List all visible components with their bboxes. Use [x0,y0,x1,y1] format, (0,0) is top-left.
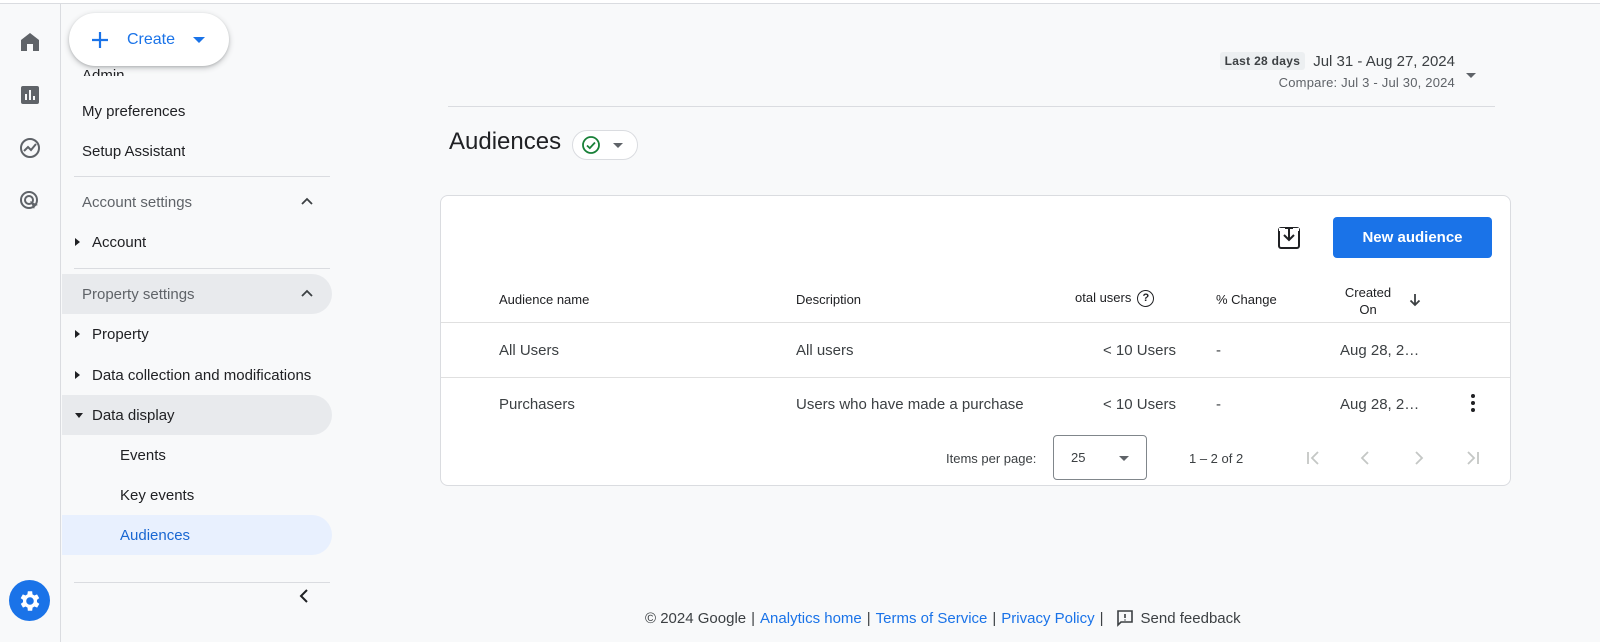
last-page-icon[interactable] [1463,448,1483,468]
sidebar-divider [74,582,330,583]
column-header-total-users[interactable]: otal users? [1075,290,1155,308]
section-label: Property settings [82,285,195,303]
chevron-down-icon [193,36,206,43]
reports-icon[interactable] [16,81,44,109]
feedback-icon[interactable] [1115,608,1135,628]
items-per-page-select[interactable]: 25 [1053,435,1147,480]
date-preset-chip: Last 28 days [1219,52,1306,70]
sidebar-item-property[interactable]: Property [62,314,332,354]
sidebar-item-label: Events [120,446,166,464]
privacy-policy-link[interactable]: Privacy Policy [1001,610,1094,627]
sidebar-item-label: Setup Assistant [82,142,186,160]
date-range-picker[interactable]: Last 28 days Jul 31 - Aug 27, 2024 Compa… [1219,52,1455,90]
left-nav-rail [0,4,61,642]
row-divider [441,377,1510,378]
sidebar-item-label: Key events [120,486,195,504]
cell-change: - [1216,342,1221,359]
section-account-settings[interactable]: Account settings [62,182,332,222]
analytics-home-link[interactable]: Analytics home [760,610,862,627]
sidebar-item-audiences[interactable]: Audiences [62,515,332,555]
download-icon[interactable] [1275,224,1303,252]
column-header-label: otal users [1075,290,1132,305]
sidebar-item-label: Audiences [120,526,191,544]
expand-arrow-icon [75,330,80,338]
sidebar-item-label: Account [92,233,147,251]
cell-created-on: Aug 28, 2… [1340,396,1420,413]
cell-total-users: < 10 Users [1103,342,1176,359]
first-page-icon[interactable] [1303,448,1323,468]
sidebar-divider [74,268,330,269]
date-dropdown-caret-icon[interactable] [1466,73,1476,78]
column-header-description[interactable]: Description [796,292,861,307]
previous-page-icon[interactable] [1355,448,1375,468]
sidebar-item-account[interactable]: Account [62,222,332,262]
sidebar-item-data-display[interactable]: Data display [62,395,332,435]
admin-gear-icon[interactable] [9,580,50,621]
chevron-down-icon [613,142,623,148]
header-divider [448,106,1495,107]
page-title: Audiences [449,128,562,155]
items-per-page-value: 25 [1071,450,1086,465]
sidebar-item-events[interactable]: Events [62,435,332,475]
send-feedback-link[interactable]: Send feedback [1141,610,1241,627]
cell-audience-name[interactable]: All Users [499,342,559,359]
sidebar-item-key-events[interactable]: Key events [62,475,332,515]
cell-description: All users [796,342,854,359]
cell-description: Users who have made a purchase [796,396,1024,413]
cell-total-users: < 10 Users [1103,396,1176,413]
sidebar-item-data-collection[interactable]: Data collection and modifications [62,355,332,395]
sidebar-item-my-preferences[interactable]: My preferences [62,91,332,131]
sidebar-divider [74,176,330,177]
sidebar-item-label: Data display [92,406,175,424]
advertising-icon[interactable] [16,187,44,215]
sort-descending-arrow-icon[interactable] [1407,292,1423,308]
expand-arrow-icon [75,371,80,379]
create-button[interactable]: Create [69,13,229,66]
more-options-icon[interactable] [1463,392,1483,414]
column-header-audience-name[interactable]: Audience name [499,292,589,307]
column-header-change[interactable]: % Change [1216,292,1277,307]
audiences-table-card: New audience Audience name Description o… [440,195,1511,486]
create-label: Create [127,30,176,48]
collapse-arrow-icon [75,412,83,418]
items-per-page-label: Items per page: [946,451,1037,466]
terms-of-service-link[interactable]: Terms of Service [876,610,988,627]
status-dropdown[interactable] [572,130,638,160]
cell-change: - [1216,396,1221,413]
column-header-label: Created [1344,285,1392,300]
chevron-up-icon [301,289,313,297]
section-label: Account settings [82,193,193,211]
pagination-range: 1 – 2 of 2 [1189,451,1244,466]
home-icon[interactable] [16,28,44,56]
sidebar-item-label: Data collection and modifications [92,366,312,384]
column-header-created-on[interactable]: Created On [1341,284,1395,318]
expand-arrow-icon [75,238,80,246]
explore-icon[interactable] [16,134,44,162]
collapse-sidebar-chevron-icon[interactable] [294,586,314,606]
check-circle-icon [582,136,600,154]
new-audience-button[interactable]: New audience [1333,217,1492,258]
row-divider [441,322,1510,323]
sidebar-item-label: Property [92,325,149,343]
cell-audience-name[interactable]: Purchasers [499,396,575,413]
sidebar-item-label: My preferences [82,102,186,120]
column-header-label: On [1359,302,1377,317]
date-range-text: Jul 31 - Aug 27, 2024 [1313,52,1455,70]
plus-icon [92,31,108,48]
chevron-up-icon [301,197,313,205]
sidebar-item-setup-assistant[interactable]: Setup Assistant [62,131,332,171]
admin-sidebar: Create Admin My preferences Setup Assist… [62,4,342,642]
page-footer: © 2024 Google | Analytics home | Terms o… [645,608,1241,628]
copyright-text: © 2024 Google [645,609,747,627]
section-property-settings[interactable]: Property settings [62,274,332,314]
chevron-down-icon [1119,456,1129,461]
help-icon[interactable]: ? [1137,290,1155,308]
next-page-icon[interactable] [1409,448,1429,468]
cell-created-on: Aug 28, 2… [1340,342,1420,359]
compare-range-text: Compare: Jul 3 - Jul 30, 2024 [1278,75,1455,90]
